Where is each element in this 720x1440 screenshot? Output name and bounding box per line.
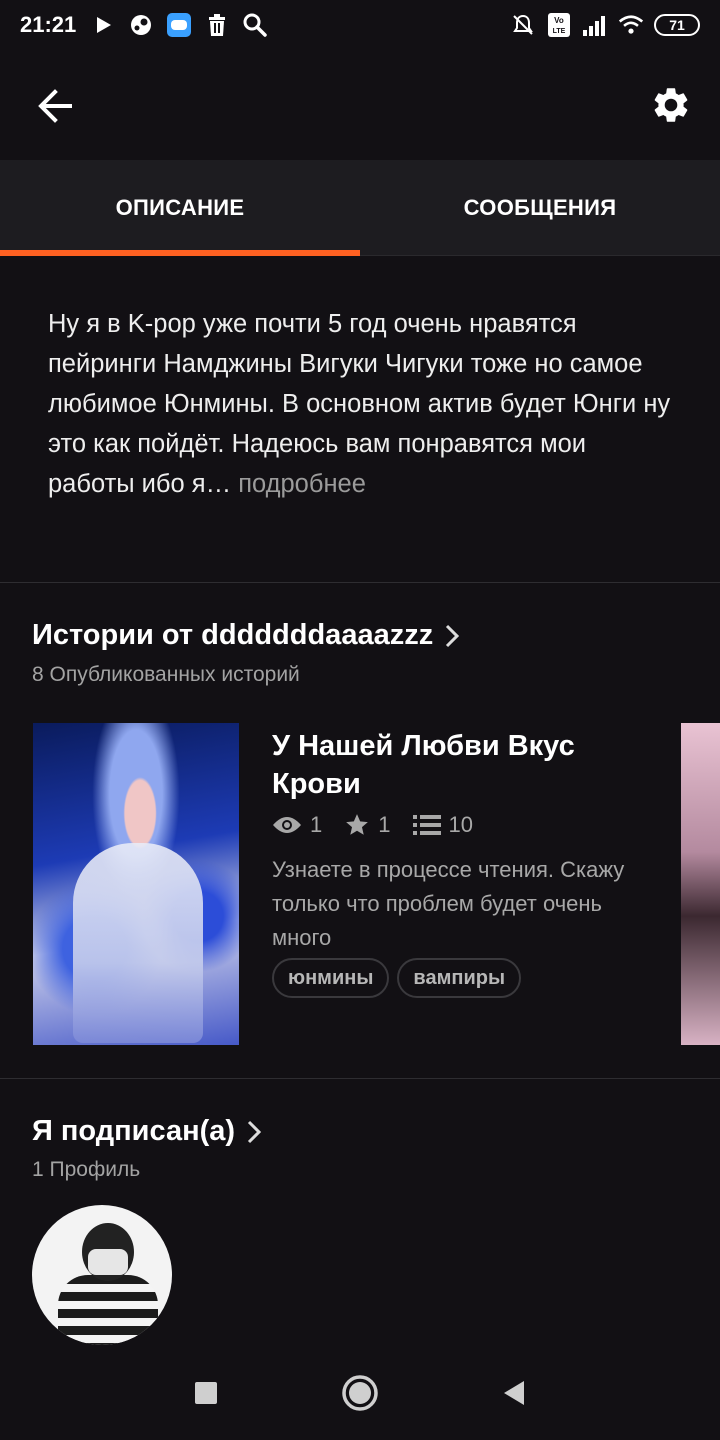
divider xyxy=(0,582,720,583)
stories-section-header[interactable]: Истории от dddddddaaaazzz xyxy=(32,619,460,652)
list-icon xyxy=(412,815,441,835)
svg-text:LTE: LTE xyxy=(553,28,566,35)
app-bar xyxy=(0,50,720,160)
stories-count: 8 Опубликованных историй xyxy=(32,663,300,686)
avatar-mask xyxy=(88,1249,128,1275)
signal-icon xyxy=(582,12,608,38)
circle-icon xyxy=(342,1374,378,1411)
cover-figure xyxy=(73,843,203,1043)
next-story-cover[interactable] xyxy=(681,723,720,1045)
parts-stat: 10 xyxy=(412,812,473,838)
svg-text:Vo: Vo xyxy=(554,16,564,25)
story-tags: юнмины вампиры xyxy=(272,958,522,998)
parts-count: 10 xyxy=(448,812,473,837)
avatar[interactable] xyxy=(32,1205,172,1345)
profile-tabs: ОПИСАНИЕ СООБЩЕНИЯ xyxy=(0,160,720,256)
views-stat: 1 xyxy=(272,812,322,838)
steam-icon xyxy=(128,12,154,38)
status-bar: 21:21 Vo LTE 71 xyxy=(0,0,720,50)
views-count: 1 xyxy=(310,812,323,837)
story-tag[interactable]: вампиры xyxy=(397,958,522,998)
votes-stat: 1 xyxy=(344,812,391,838)
battery-indicator: 71 xyxy=(654,14,700,36)
stories-section-title: Истории от dddddddaaaazzz xyxy=(32,619,434,651)
following-section-title: Я подписан(а) xyxy=(32,1115,236,1147)
eye-icon xyxy=(273,817,301,833)
story-title[interactable]: У Нашей Любви Вкус Крови xyxy=(272,727,652,803)
triangle-back-icon xyxy=(504,1380,524,1405)
settings-button[interactable] xyxy=(646,80,696,130)
story-cover-image[interactable] xyxy=(33,723,239,1045)
play-icon xyxy=(90,12,116,38)
story-stats: 1 1 10 xyxy=(272,812,487,838)
mute-icon xyxy=(510,12,536,38)
chevron-right-icon xyxy=(446,624,460,647)
trash-icon xyxy=(204,12,230,38)
recents-button[interactable] xyxy=(184,1371,228,1415)
gear-icon xyxy=(654,88,688,122)
back-nav-button[interactable] xyxy=(492,1371,536,1415)
home-button[interactable] xyxy=(338,1371,382,1415)
search-icon xyxy=(242,12,268,38)
back-button[interactable] xyxy=(30,80,82,132)
arrow-left-icon xyxy=(38,89,72,123)
status-notification-icons xyxy=(90,12,268,38)
read-more-link[interactable]: подробнее xyxy=(231,470,366,498)
tab-messages[interactable]: СООБЩЕНИЯ xyxy=(360,160,720,255)
system-nav-bar xyxy=(0,1345,720,1440)
story-description: Узнаете в процессе чтения. Скажу только … xyxy=(272,857,625,950)
square-icon xyxy=(195,1381,217,1404)
profile-description: Ну я в K-pop уже почти 5 год очень нравя… xyxy=(48,304,678,504)
divider xyxy=(0,1078,720,1079)
wifi-icon xyxy=(618,12,644,38)
tab-description[interactable]: ОПИСАНИЕ xyxy=(0,160,360,256)
volte-icon: Vo LTE xyxy=(546,12,572,38)
following-section-header[interactable]: Я подписан(а) xyxy=(32,1115,262,1148)
chevron-right-icon xyxy=(248,1120,262,1143)
star-icon xyxy=(346,814,369,835)
story-tag[interactable]: юнмины xyxy=(272,958,390,998)
following-count: 1 Профиль xyxy=(32,1158,141,1181)
status-system-icons: Vo LTE 71 xyxy=(510,12,700,38)
game-icon xyxy=(166,12,192,38)
avatar-body xyxy=(58,1275,158,1345)
votes-count: 1 xyxy=(378,812,391,837)
status-time: 21:21 xyxy=(20,12,77,37)
